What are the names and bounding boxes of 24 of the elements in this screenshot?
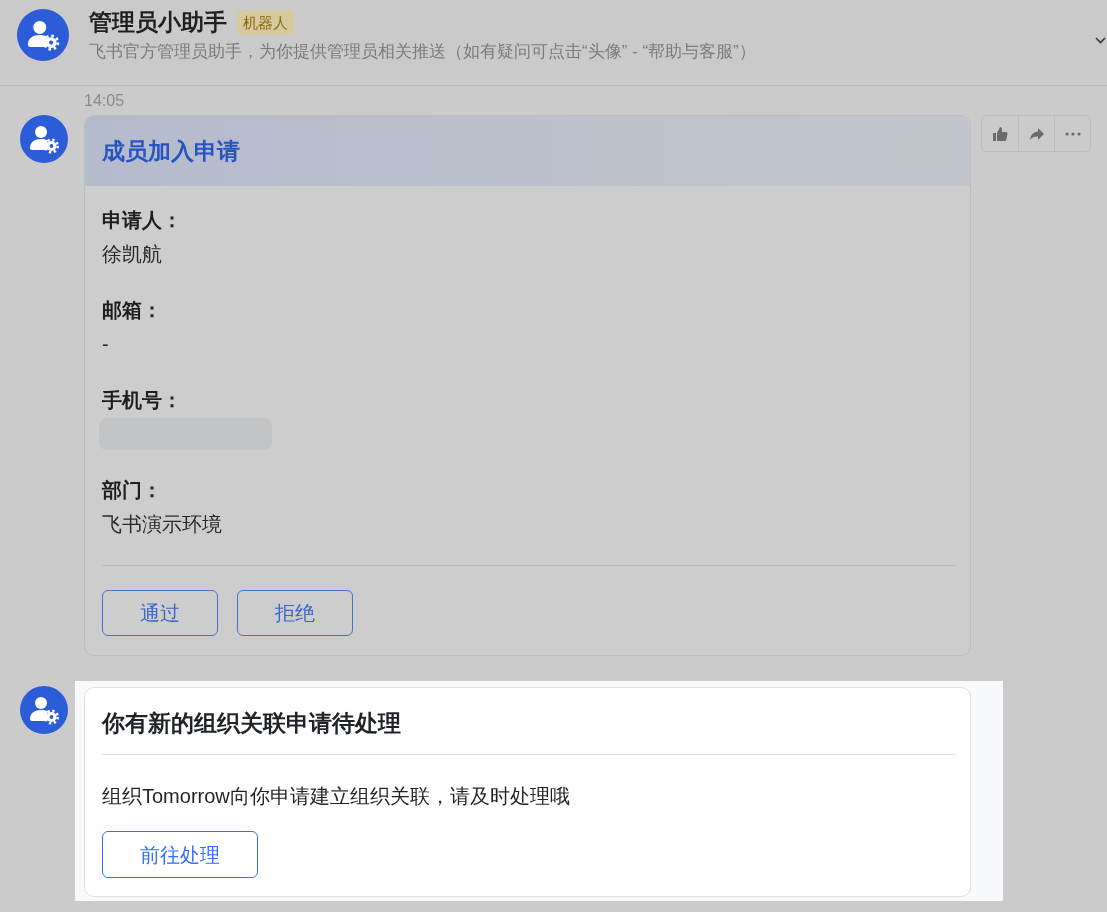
card-title: 你有新的组织关联申请待处理 bbox=[102, 709, 401, 738]
message-time: 14:05 bbox=[84, 91, 125, 111]
field-label: 手机号： bbox=[102, 388, 182, 413]
field-value: 飞书演示环境 bbox=[102, 512, 222, 537]
field-label: 申请人： bbox=[102, 208, 182, 233]
action-button[interactable]: 拒绝 bbox=[237, 590, 353, 636]
field-label: 邮箱： bbox=[102, 298, 162, 323]
forward-arrow-icon bbox=[1028, 125, 1045, 142]
thumbs-up-icon bbox=[992, 125, 1008, 142]
bot-name: 管理员小助手 bbox=[89, 8, 227, 37]
card-title: 成员加入申请 bbox=[102, 137, 240, 166]
action-button[interactable]: 通过 bbox=[102, 590, 218, 636]
avatar-icon[interactable] bbox=[17, 9, 69, 61]
avatar-icon[interactable] bbox=[20, 686, 68, 734]
bot-tag: 机器人 bbox=[237, 9, 294, 35]
card-text: 组织Tomorrow向你申请建立组织关联，请及时处理哦 bbox=[102, 784, 570, 809]
field-value: - bbox=[102, 332, 109, 357]
avatar-icon[interactable] bbox=[20, 115, 68, 163]
more-icon bbox=[1064, 131, 1081, 136]
action-button[interactable]: 前往处理 bbox=[102, 831, 258, 878]
field-value: 徐凯航 bbox=[102, 242, 162, 267]
bot-description: 飞书官方管理员助手，为你提供管理员相关推送（如有疑问可点击“头像” - “帮助与客服”） bbox=[89, 41, 756, 63]
field-label: 部门： bbox=[102, 478, 162, 503]
chevron-down-icon[interactable] bbox=[1095, 37, 1106, 44]
